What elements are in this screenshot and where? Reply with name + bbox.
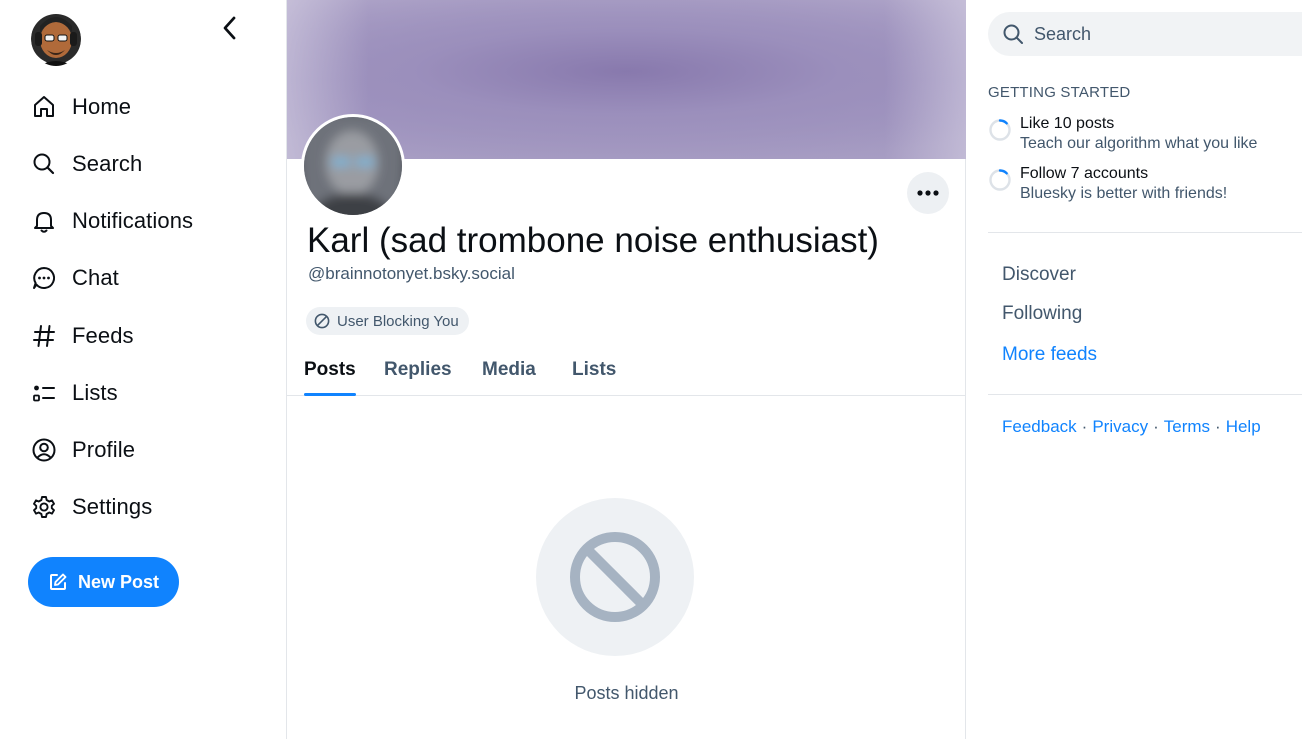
- tab-lists[interactable]: Lists: [572, 344, 616, 396]
- bell-icon: [30, 207, 58, 235]
- getting-started-task[interactable]: Like 10 posts Teach our algorithm what y…: [988, 114, 1257, 154]
- tab-media[interactable]: Media: [482, 344, 536, 396]
- task-title: Follow 7 accounts: [1020, 165, 1149, 182]
- progress-ring-icon: [989, 119, 1011, 141]
- divider: [988, 394, 1302, 395]
- ellipsis-icon: [917, 190, 939, 196]
- nav-item-feeds[interactable]: Feeds: [30, 316, 260, 356]
- right-sidebar: GETTING STARTED Like 10 posts Teach our …: [966, 0, 1302, 739]
- task-title: Like 10 posts: [1020, 115, 1115, 132]
- nav-item-notifications[interactable]: Notifications: [30, 201, 260, 241]
- footer-links: Feedback · Privacy · Terms · Help: [1002, 417, 1261, 437]
- privacy-link[interactable]: Privacy: [1092, 417, 1148, 437]
- hash-icon: [30, 322, 58, 350]
- tab-replies[interactable]: Replies: [384, 344, 452, 396]
- profile-handle: @brainnotonyet.bsky.social: [308, 264, 515, 283]
- more-feeds-link[interactable]: More feeds: [1002, 344, 1097, 366]
- list-icon: [30, 379, 58, 407]
- terms-link[interactable]: Terms: [1164, 417, 1210, 437]
- search-icon: [30, 150, 58, 178]
- getting-started-task[interactable]: Follow 7 accounts Bluesky is better with…: [988, 164, 1227, 204]
- nav-item-label: Settings: [72, 494, 153, 519]
- new-post-label: New Post: [77, 571, 160, 592]
- compose-icon: [49, 573, 67, 590]
- user-circle-icon: [30, 436, 58, 464]
- nav-item-chat[interactable]: Chat: [30, 258, 260, 298]
- feed-link-following[interactable]: Following: [1002, 303, 1082, 325]
- task-subtitle: Bluesky is better with friends!: [1020, 185, 1228, 202]
- nav-item-label: Home: [72, 94, 132, 119]
- task-subtitle: Teach our algorithm what you like: [1020, 135, 1258, 152]
- posts-hidden-message: Posts hidden: [574, 683, 679, 703]
- posts-hidden-illustration: [536, 498, 694, 656]
- profile-main: Karl (sad trombone noise enthusiast) @br…: [286, 0, 966, 739]
- blocking-status-label: User Blocking You: [337, 312, 459, 330]
- search-icon: [1003, 24, 1023, 44]
- block-icon: [314, 313, 330, 329]
- gear-icon: [30, 493, 58, 521]
- search-field[interactable]: [988, 12, 1302, 56]
- search-input[interactable]: [1034, 23, 1274, 45]
- profile-avatar[interactable]: [301, 114, 405, 218]
- blocking-status-badge: User Blocking You: [306, 307, 469, 335]
- chat-icon: [30, 264, 58, 292]
- nav-item-lists[interactable]: Lists: [30, 373, 260, 413]
- profile-more-options-button[interactable]: [907, 172, 949, 214]
- nav-item-home[interactable]: Home: [30, 87, 260, 127]
- current-user-avatar[interactable]: [31, 12, 81, 66]
- feedback-link[interactable]: Feedback: [1002, 417, 1077, 437]
- profile-tabs: Posts Replies Media Lists: [287, 344, 966, 396]
- progress-ring-icon: [989, 169, 1011, 191]
- left-sidebar: Home Search Notifications Chat Feeds Lis…: [0, 0, 286, 739]
- divider: [988, 232, 1302, 233]
- nav-item-search[interactable]: Search: [30, 144, 260, 184]
- nav-item-label: Chat: [72, 265, 119, 290]
- nav-item-label: Search: [72, 151, 143, 176]
- profile-display-name: Karl (sad trombone noise enthusiast): [307, 221, 879, 260]
- tab-posts[interactable]: Posts: [304, 344, 356, 396]
- nav-item-label: Lists: [72, 380, 118, 405]
- nav-item-label: Notifications: [72, 208, 194, 233]
- chevron-left-icon: [223, 16, 236, 40]
- getting-started-title: GETTING STARTED: [988, 84, 1131, 101]
- feed-link-discover[interactable]: Discover: [1002, 264, 1076, 286]
- collapse-sidebar-button[interactable]: [214, 12, 244, 44]
- block-icon: [570, 532, 660, 622]
- app-root: Home Search Notifications Chat Feeds Lis…: [0, 0, 1302, 739]
- nav-item-label: Profile: [72, 437, 136, 462]
- nav-item-settings[interactable]: Settings: [30, 487, 260, 527]
- nav-item-profile[interactable]: Profile: [30, 430, 260, 470]
- new-post-button[interactable]: New Post: [28, 557, 179, 607]
- home-icon: [30, 93, 58, 121]
- nav-item-label: Feeds: [72, 323, 134, 348]
- help-link[interactable]: Help: [1226, 417, 1261, 437]
